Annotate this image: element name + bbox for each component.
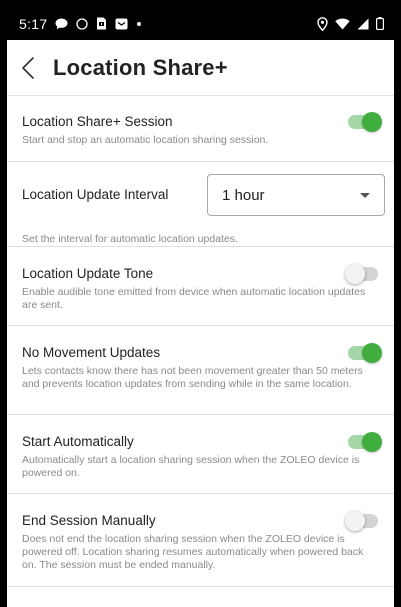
setting-title: Location Share+ Session	[22, 114, 173, 129]
chat-bubble-icon	[55, 18, 68, 30]
setting-title: Location Update Interval	[22, 187, 169, 202]
toggle-knob	[345, 510, 365, 531]
app-bar: Location Share+	[7, 40, 394, 96]
location-pin-icon	[317, 16, 328, 31]
toggle-knob	[362, 111, 382, 132]
dropdown-selected-value: 1 hour	[222, 186, 265, 204]
location-share-session-toggle[interactable]	[348, 111, 382, 132]
caret-down-icon	[360, 192, 370, 198]
setting-row: Start Automatically	[22, 431, 382, 452]
setting-row: Location Share+ Session	[22, 111, 382, 132]
no-movement-updates-toggle[interactable]	[348, 342, 382, 363]
setting-location-share-session: Location Share+ Session Start and stop a…	[7, 96, 394, 162]
status-left: 5:17	[19, 16, 142, 32]
battery-icon	[376, 17, 384, 30]
setting-description: Set the interval for automatic location …	[22, 233, 238, 245]
signal-icon	[357, 18, 369, 30]
status-right	[317, 16, 384, 31]
device-frame: 5:17 Location Share+ Location Share+ Ses…	[0, 0, 401, 607]
toggle-knob	[362, 342, 382, 363]
setting-location-update-tone: Location Update Tone Enable audible tone…	[7, 247, 394, 326]
update-interval-dropdown[interactable]: 1 hour	[207, 174, 385, 216]
setting-end-session-manually: End Session Manually Does not end the lo…	[7, 494, 394, 587]
screen: 5:17 Location Share+ Location Share+ Ses…	[7, 7, 394, 607]
chevron-left-icon	[21, 56, 35, 80]
toggle-knob	[345, 263, 365, 284]
sim-icon	[96, 17, 107, 30]
setting-start-automatically: Start Automatically Automatically start …	[7, 415, 394, 494]
start-automatically-toggle[interactable]	[348, 431, 382, 452]
setting-row: Location Update Tone	[22, 263, 378, 284]
end-session-manually-toggle[interactable]	[345, 510, 378, 531]
status-time: 5:17	[19, 15, 48, 32]
back-button[interactable]	[21, 48, 47, 88]
setting-description: Start and stop an automatic location sha…	[22, 134, 269, 146]
status-bar: 5:17	[7, 7, 394, 40]
setting-title: Location Update Tone	[22, 266, 154, 281]
setting-description: Does not end the location sharing sessio…	[22, 533, 364, 571]
setting-row: End Session Manually	[22, 510, 378, 531]
setting-description: Enable audible tone emitted from device …	[22, 286, 366, 311]
setting-no-movement-updates: No Movement Updates Lets contacts know t…	[7, 326, 394, 415]
message-icon	[115, 18, 128, 30]
setting-row: No Movement Updates	[22, 342, 382, 363]
setting-title: No Movement Updates	[22, 345, 161, 360]
wifi-icon	[335, 18, 350, 30]
setting-description: Lets contacts know there has not been mo…	[22, 365, 363, 390]
dot-icon	[136, 21, 142, 27]
setting-location-update-interval: Location Update Interval 1 hour Set the …	[7, 162, 394, 247]
setting-description: Automatically start a location sharing s…	[22, 454, 360, 479]
toggle-knob	[362, 431, 382, 452]
setting-title: End Session Manually	[22, 513, 156, 528]
circle-icon	[76, 17, 89, 30]
location-update-tone-toggle[interactable]	[345, 263, 378, 284]
setting-title: Start Automatically	[22, 434, 134, 449]
page-title: Location Share+	[53, 54, 228, 80]
